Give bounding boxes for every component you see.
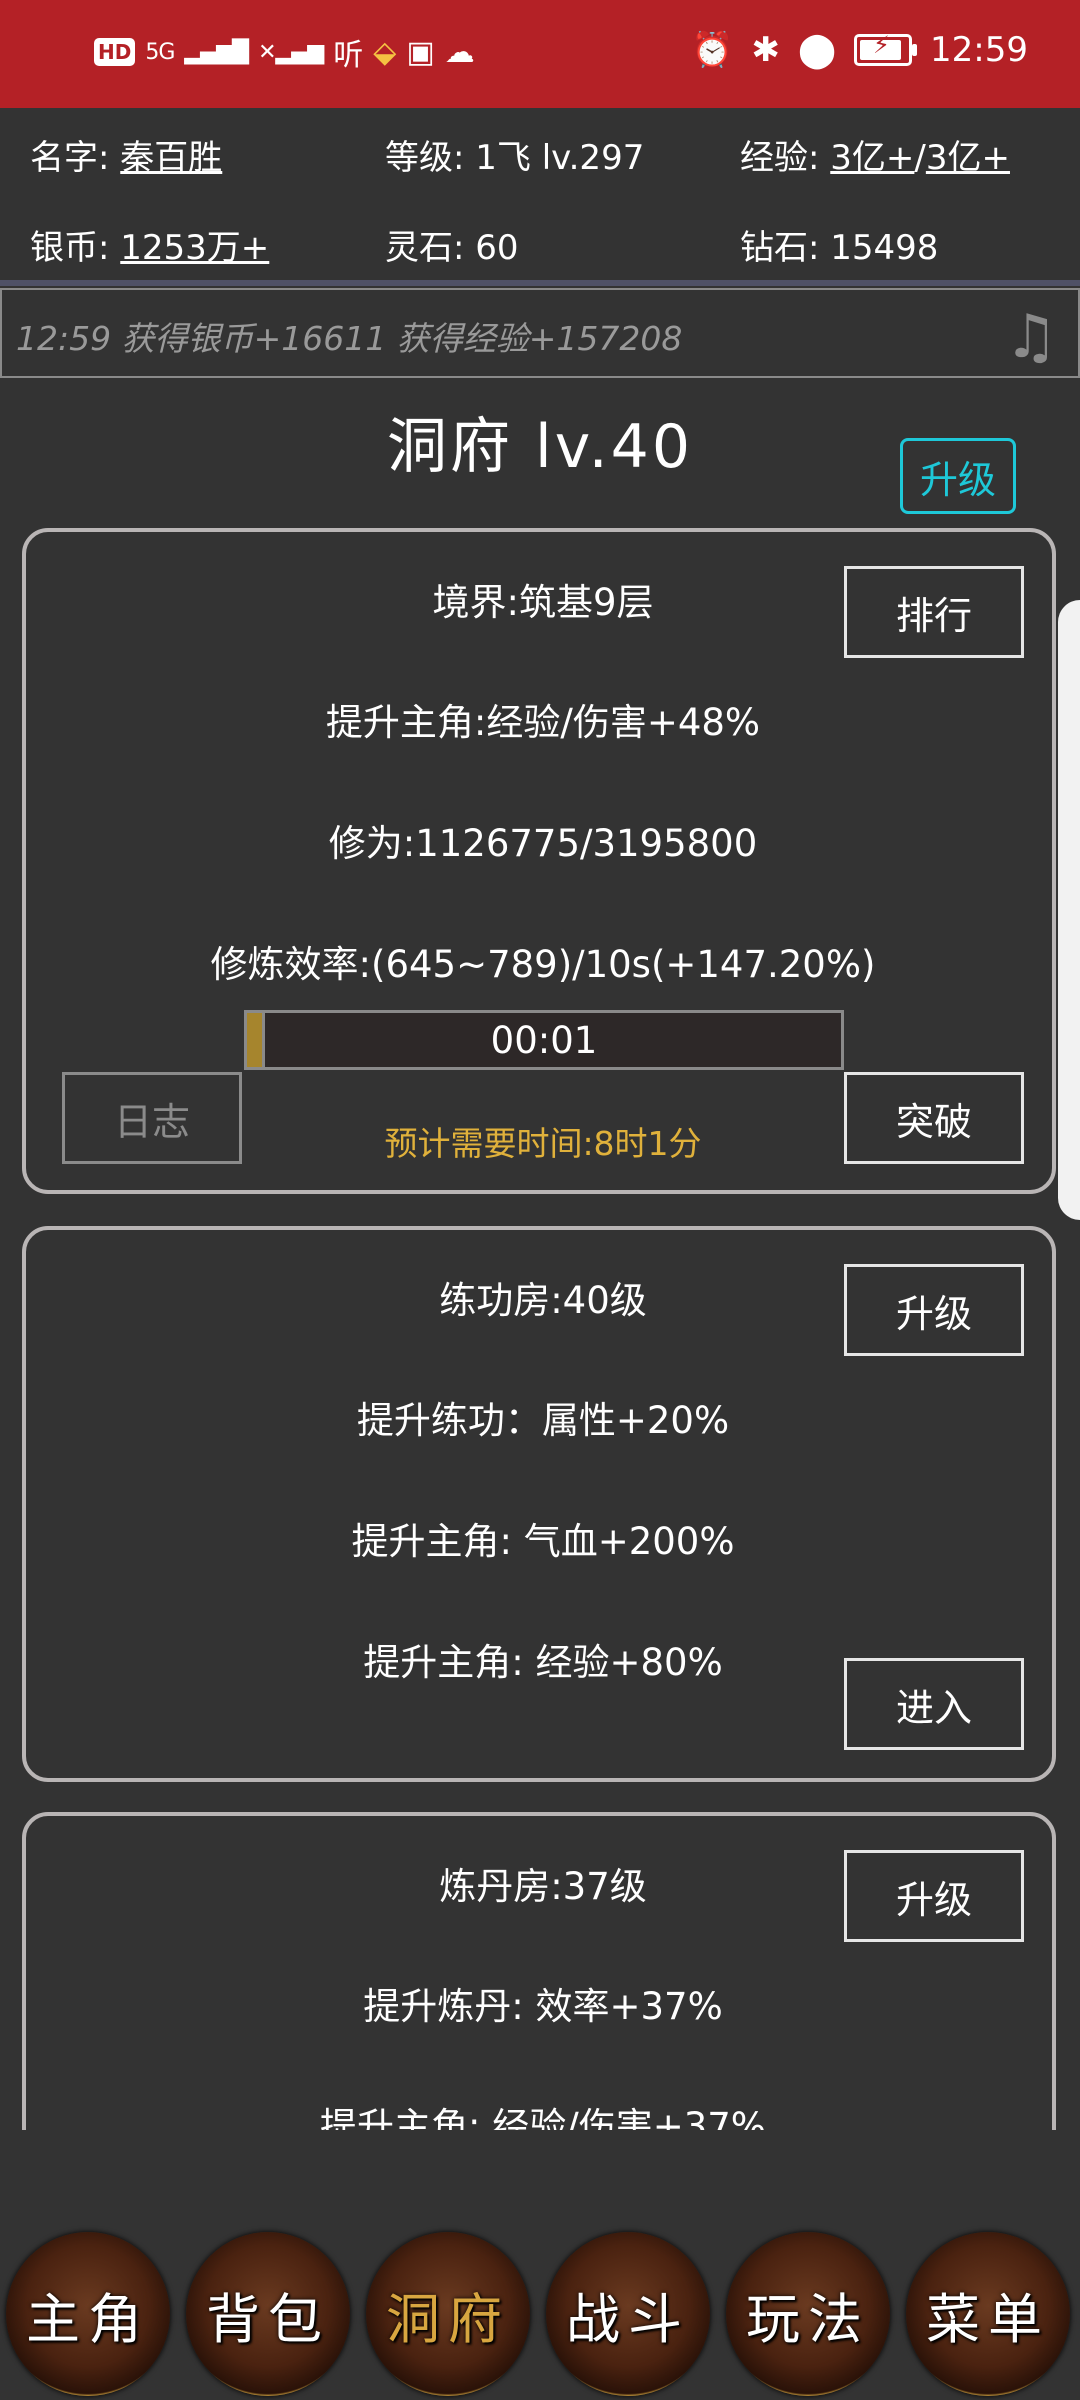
shopping-bag-icon: ▣	[406, 34, 435, 70]
nav-battle-button[interactable]: 战斗	[546, 2232, 710, 2396]
charging-icon: ⚡	[873, 31, 890, 59]
name-value[interactable]: 秦百胜	[120, 138, 222, 178]
cultivation-text: 修为:1126775/3195800	[328, 822, 758, 865]
realm-card: 境界:筑基9层 提升主角:经验/伤害+48% 修为:1126775/319580…	[22, 528, 1056, 1194]
network-label: 5G	[145, 39, 175, 65]
training-boost-1: 提升练功：属性+20%	[356, 1399, 730, 1442]
nav-battle-label: 战斗	[566, 2287, 690, 2351]
divider	[0, 280, 1080, 286]
training-boost-2: 提升主角: 气血+200%	[351, 1520, 735, 1563]
exp-label: 经验:	[740, 138, 831, 178]
training-room-card: 练功房:40级 提升练功：属性+20% 提升主角: 气血+200% 提升主角: …	[22, 1226, 1056, 1782]
alchemy-boost-1: 提升炼丹: 效率+37%	[363, 1985, 723, 2028]
signal-icon: ▂▄▆█	[184, 39, 249, 65]
signal-weak-icon: ✕▂▄▆	[258, 39, 324, 65]
nav-protagonist-button[interactable]: 主角	[6, 2232, 170, 2396]
diamond-field: 钻石: 15498	[740, 228, 939, 268]
progress-time: 00:01	[490, 1019, 598, 1062]
exp-max[interactable]: 3亿+	[926, 138, 1010, 178]
nav-backpack-button[interactable]: 背包	[186, 2232, 350, 2396]
location-icon: ⬤	[797, 30, 837, 70]
bottom-navigation	[0, 2130, 1080, 2400]
clock: 12:59	[930, 30, 1028, 70]
nav-protagonist-label: 主角	[26, 2287, 150, 2351]
spirit-stone-field: 灵石: 60	[385, 228, 519, 268]
side-drawer-handle[interactable]	[1058, 600, 1080, 1220]
rank-button[interactable]: 排行	[844, 566, 1024, 658]
breakthrough-button[interactable]: 突破	[844, 1072, 1024, 1164]
training-upgrade-button[interactable]: 升级	[844, 1264, 1024, 1356]
exp-separator: /	[914, 138, 926, 178]
nav-backpack-label: 背包	[206, 2287, 330, 2351]
silver-value[interactable]: 1253万+	[120, 228, 269, 268]
name-field: 名字: 秦百胜	[30, 130, 222, 179]
message-log[interactable]: 12:59 获得银币+16611 获得经验+157208 ♫	[0, 288, 1080, 378]
status-right: ⏰ ✱ ⬤ ⚡ 12:59	[691, 30, 1028, 70]
nav-menu-button[interactable]: 菜单	[906, 2232, 1070, 2396]
training-enter-button[interactable]: 进入	[844, 1658, 1024, 1750]
efficiency-text: 修炼效率:(645~789)/10s(+147.20%)	[210, 943, 876, 986]
nav-menu-label: 菜单	[926, 2287, 1050, 2351]
realm-boost-text: 提升主角:经验/伤害+48%	[325, 701, 761, 744]
music-note-icon[interactable]: ♫	[1004, 302, 1058, 372]
status-left: HD 5G ▂▄▆█ ✕▂▄▆ 听 ⬙ ▣ ☁	[94, 30, 475, 74]
cultivation-progress-bar: 00:01	[244, 1010, 844, 1070]
hd-badge: HD	[94, 38, 136, 66]
battery-icon: ⚡	[854, 31, 918, 66]
ting-app-icon: 听	[333, 38, 364, 73]
cave-upgrade-button[interactable]: 升级	[900, 438, 1016, 514]
silver-label: 银币:	[30, 228, 121, 268]
log-text: 12:59 获得银币+16611 获得经验+157208	[16, 319, 683, 358]
level-field: 等级: 1飞 lv.297	[385, 138, 645, 178]
exp-current[interactable]: 3亿+	[830, 138, 914, 178]
alarm-icon: ⏰	[691, 30, 734, 70]
bluetooth-icon: ✱	[751, 30, 780, 70]
notification-app-icon: ⬙	[373, 34, 397, 70]
exp-field: 经验: 3亿+/3亿+	[740, 130, 1010, 179]
status-bar: HD 5G ▂▄▆█ ✕▂▄▆ 听 ⬙ ▣ ☁ ⏰ ✱ ⬤ ⚡ 12:59	[0, 0, 1080, 108]
name-label: 名字:	[30, 138, 121, 178]
wechat-icon: ☁	[444, 34, 475, 70]
nav-gameplay-button[interactable]: 玩法	[726, 2232, 890, 2396]
player-info-panel: 名字: 秦百胜 等级: 1飞 lv.297 经验: 3亿+/3亿+ 银币: 12…	[0, 108, 1080, 280]
nav-cave-button[interactable]: 洞府	[366, 2232, 530, 2396]
nav-gameplay-label: 玩法	[746, 2287, 870, 2351]
silver-field: 银币: 1253万+	[30, 220, 269, 269]
nav-cave-label: 洞府	[386, 2287, 510, 2351]
alchemy-upgrade-button[interactable]: 升级	[844, 1850, 1024, 1942]
